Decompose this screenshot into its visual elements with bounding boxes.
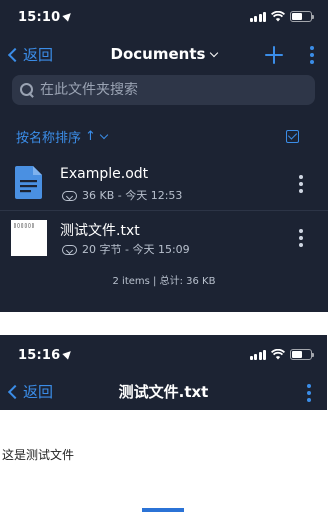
status-bar: 15:16 xyxy=(0,338,328,372)
file-name: 测试文件.txt xyxy=(60,223,140,239)
navigation-bar: 返回 Documents xyxy=(0,38,328,72)
search-input[interactable] xyxy=(40,82,300,98)
add-button[interactable] xyxy=(265,46,283,64)
sort-control[interactable]: 按名称排序 ↑ xyxy=(16,127,109,146)
file-browser-screen: 15:10 返回 Documents 按名称排序 ↑ Example.odt xyxy=(0,0,328,312)
wifi-icon xyxy=(271,11,285,22)
list-item[interactable]: 测试文件.txt 20 字节 - 今天 15:09 xyxy=(0,216,328,268)
viewer-header: 15:16 返回 测试文件.txt xyxy=(0,335,327,410)
cloud-download-icon xyxy=(60,190,78,201)
chevron-down-icon xyxy=(210,48,219,58)
file-modified: 今天 12:53 xyxy=(125,189,183,202)
list-divider xyxy=(0,210,328,211)
more-options-button[interactable] xyxy=(310,46,314,64)
battery-icon xyxy=(290,11,314,22)
file-size: 20 字节 xyxy=(82,243,122,256)
page-title: 测试文件.txt xyxy=(118,383,209,401)
chevron-down-icon xyxy=(99,130,109,139)
battery-icon xyxy=(290,349,314,360)
file-meta: 36 KB - 今天 12:53 xyxy=(60,187,182,203)
status-bar: 15:10 xyxy=(0,0,328,34)
page-title: Documents xyxy=(110,45,206,63)
select-mode-button[interactable] xyxy=(286,130,299,143)
meta-separator: - xyxy=(121,242,133,256)
signal-icon xyxy=(249,349,266,360)
status-time: 15:10 xyxy=(18,9,75,25)
search-icon xyxy=(20,83,34,97)
text-viewer: 这是测试文件 xyxy=(0,410,327,514)
file-size: 36 KB xyxy=(82,188,115,202)
signal-icon xyxy=(249,11,266,22)
bottom-indicator xyxy=(142,508,184,512)
file-content: 这是测试文件 xyxy=(2,448,75,462)
more-options-button[interactable] xyxy=(307,384,311,402)
wifi-icon xyxy=(271,349,285,360)
file-name: Example.odt xyxy=(60,166,149,182)
file-meta: 20 字节 - 今天 15:09 xyxy=(60,241,190,257)
list-item[interactable]: Example.odt 36 KB - 今天 12:53 xyxy=(0,162,328,214)
status-indicators xyxy=(249,349,314,360)
folder-summary: 2 items | 总计: 36 KB xyxy=(112,276,216,287)
sort-label: 按名称排序 xyxy=(16,131,82,146)
file-modified: 今天 15:09 xyxy=(132,243,190,256)
location-arrow-icon xyxy=(62,347,75,360)
status-indicators xyxy=(249,11,314,22)
meta-separator: - xyxy=(114,188,126,202)
search-bar[interactable] xyxy=(12,75,315,105)
cloud-download-icon xyxy=(60,244,78,255)
status-time: 15:16 xyxy=(18,347,75,363)
file-options-button[interactable] xyxy=(299,229,303,247)
file-options-button[interactable] xyxy=(299,175,303,193)
sort-direction-icon: ↑ xyxy=(85,129,96,144)
location-arrow-icon xyxy=(62,9,75,22)
